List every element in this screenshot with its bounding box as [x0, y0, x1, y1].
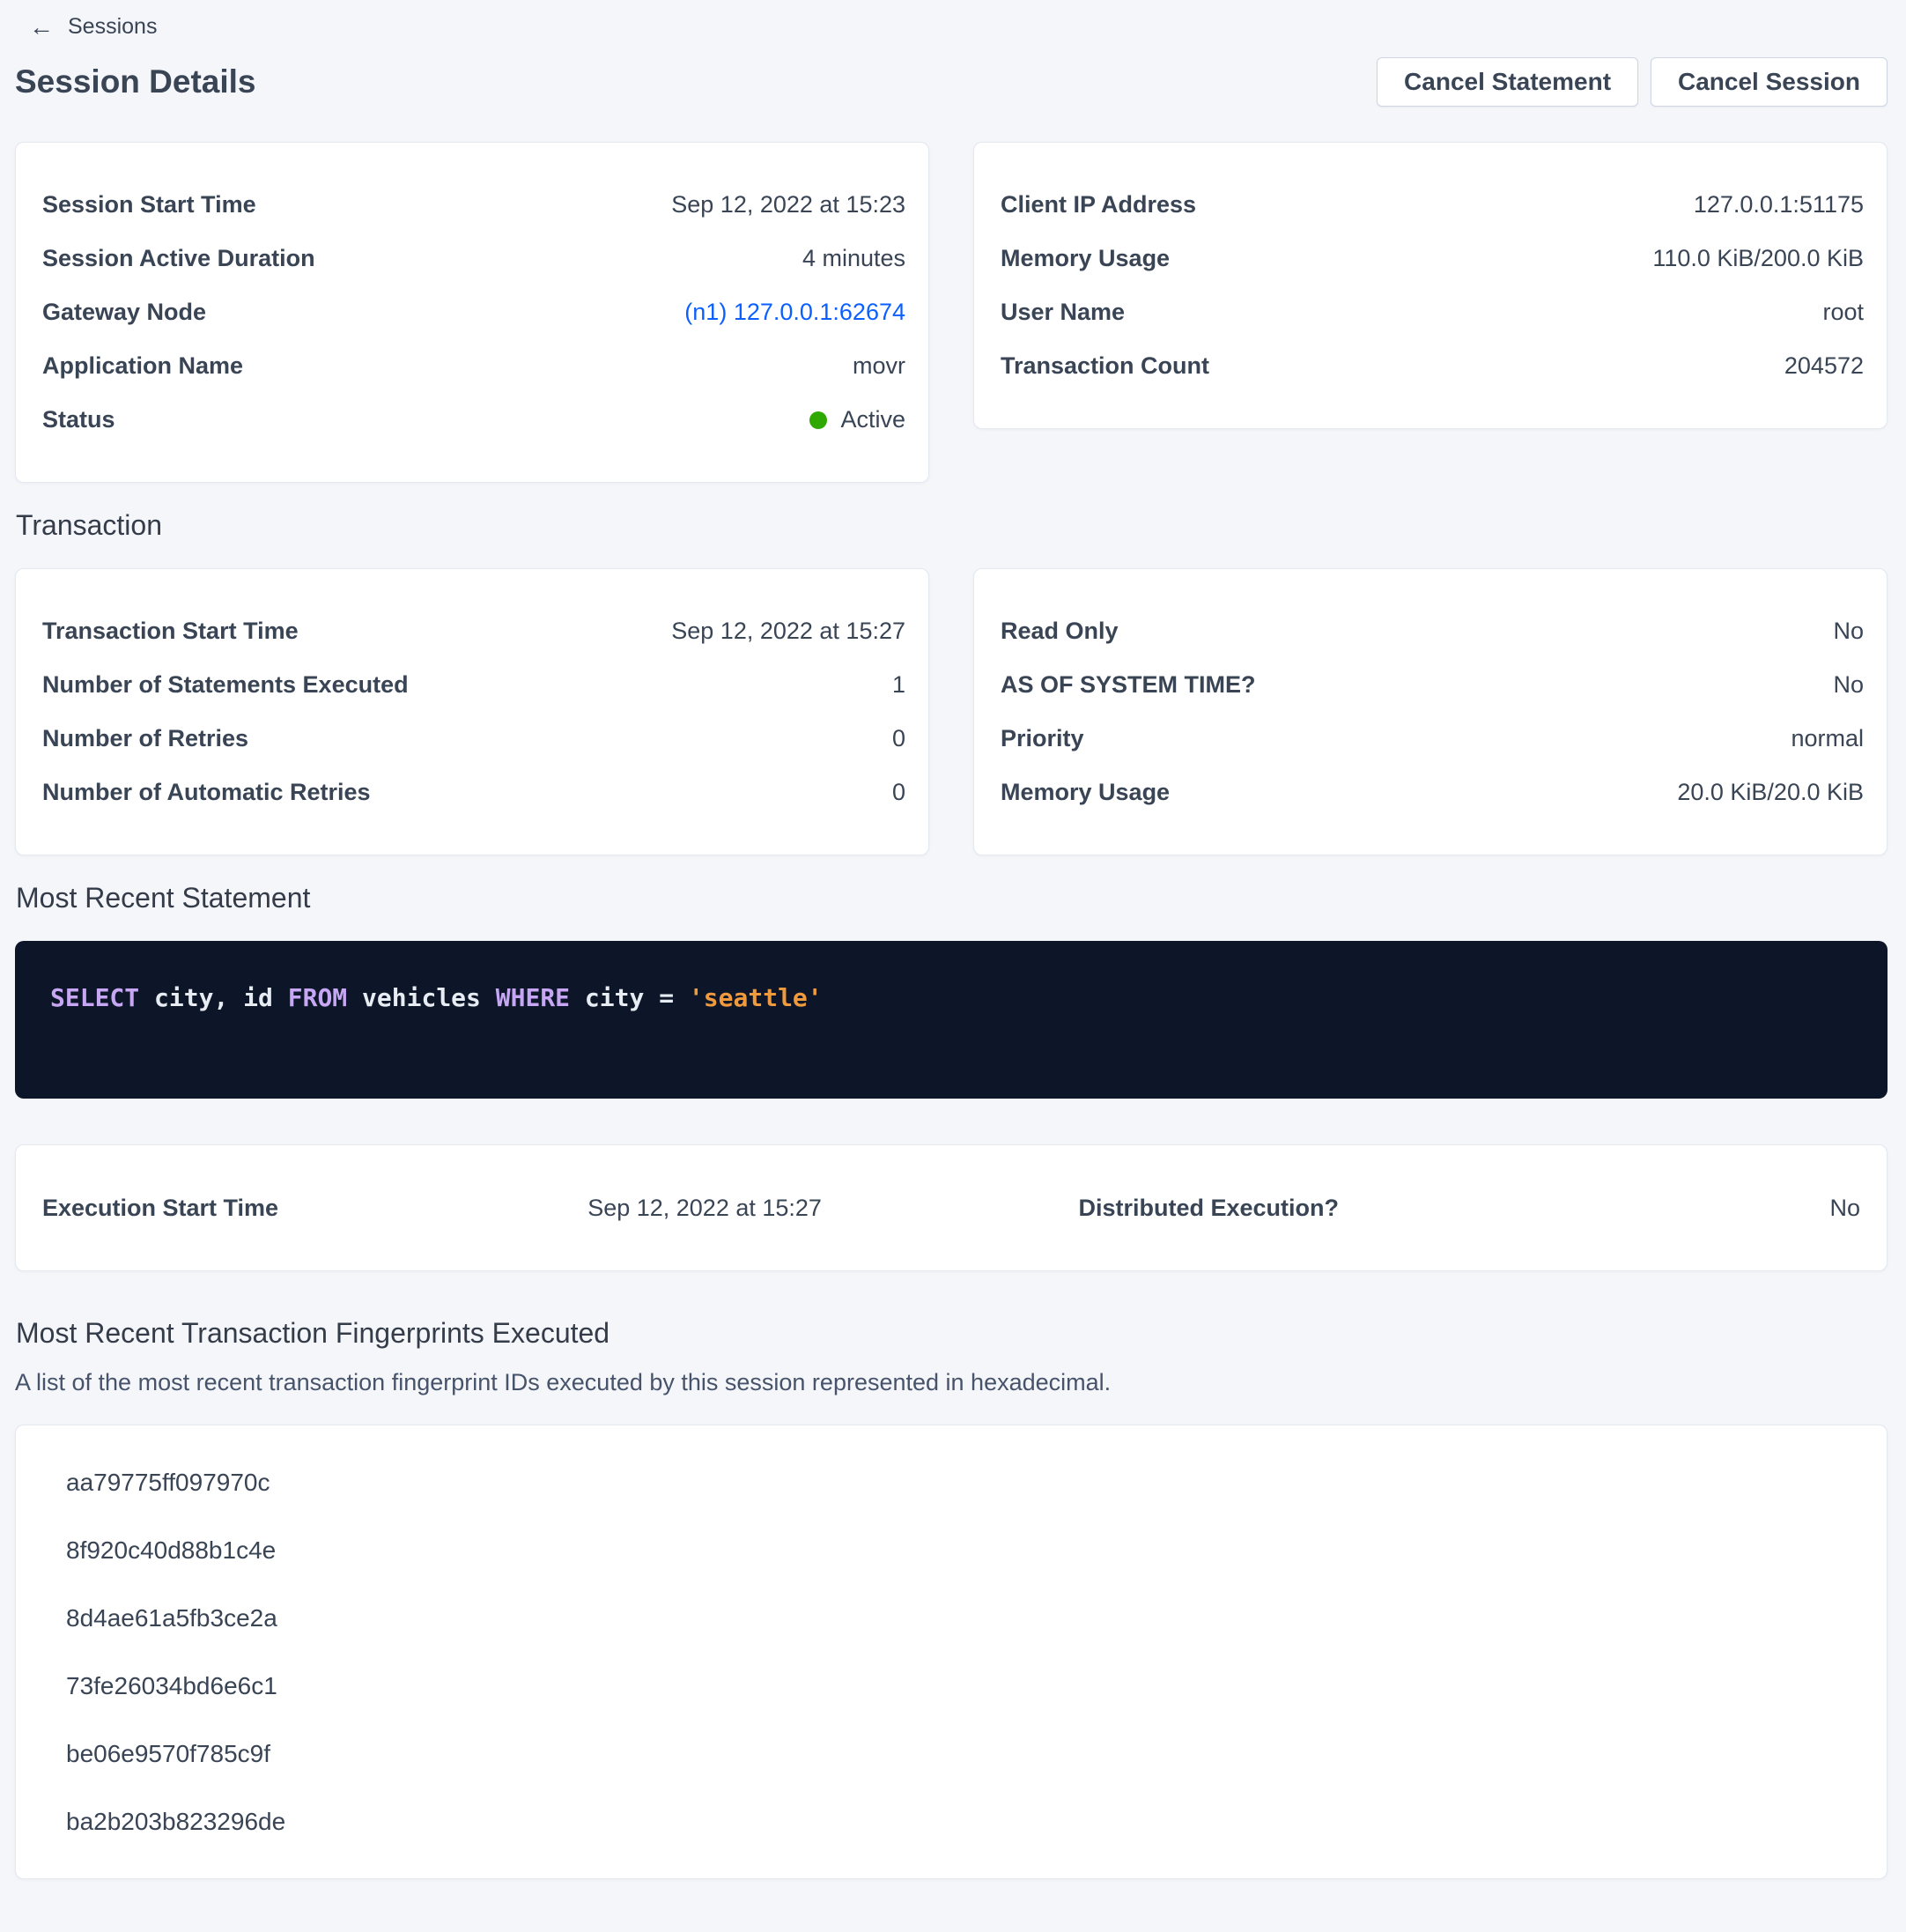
priority-value: normal: [1791, 725, 1864, 752]
table-row: User Name root: [1001, 285, 1864, 339]
row-label: User Name: [1001, 299, 1125, 326]
list-item: 8f920c40d88b1c4e: [66, 1516, 1860, 1584]
memory-usage-value: 110.0 KiB/200.0 KiB: [1652, 245, 1864, 272]
row-label: Status: [42, 406, 115, 433]
page-header: Session Details Cancel Statement Cancel …: [15, 57, 1888, 107]
list-item: aa79775ff097970c: [66, 1448, 1860, 1516]
sql-keyword: WHERE: [496, 983, 570, 1012]
client-ip-value: 127.0.0.1:51175: [1694, 191, 1864, 218]
fingerprints-section-title: Most Recent Transaction Fingerprints Exe…: [16, 1317, 1888, 1350]
row-label: Client IP Address: [1001, 191, 1196, 218]
retries-value: 0: [892, 725, 905, 752]
cancel-session-button[interactable]: Cancel Session: [1651, 57, 1888, 107]
sql-text: city: [570, 983, 659, 1012]
breadcrumb-sessions-link: Sessions: [68, 14, 157, 40]
table-row: Number of Statements Executed 1: [42, 658, 905, 712]
row-label: Application Name: [42, 352, 243, 380]
list-item: 73fe26034bd6e6c1: [66, 1652, 1860, 1720]
transaction-card-right: Read Only No AS OF SYSTEM TIME? No Prior…: [973, 568, 1888, 855]
breadcrumb[interactable]: ← Sessions: [29, 14, 157, 40]
row-label: Number of Automatic Retries: [42, 779, 371, 806]
row-label: Read Only: [1001, 618, 1119, 645]
session-details-page: ← Sessions Session Details Cancel Statem…: [0, 0, 1906, 1932]
statements-executed-value: 1: [892, 671, 905, 699]
sql-statement-box: SELECT city, id FROM vehicles WHERE city…: [15, 941, 1888, 1099]
page-title: Session Details: [15, 63, 256, 100]
txn-memory-usage-value: 20.0 KiB/20.0 KiB: [1677, 779, 1864, 806]
transaction-section-title: Transaction: [16, 509, 1888, 542]
sql-text: city, id: [139, 983, 288, 1012]
table-row: Client IP Address 127.0.0.1:51175: [1001, 178, 1864, 232]
row-label: Number of Statements Executed: [42, 671, 409, 699]
session-summary-card-left: Session Start Time Sep 12, 2022 at 15:23…: [15, 142, 929, 483]
sql-keyword: SELECT: [50, 983, 139, 1012]
fingerprints-description: A list of the most recent transaction fi…: [15, 1369, 1888, 1396]
table-row: Application Name movr: [42, 339, 905, 393]
cancel-statement-button[interactable]: Cancel Statement: [1377, 57, 1638, 107]
fingerprints-card: aa79775ff097970c 8f920c40d88b1c4e 8d4ae6…: [15, 1425, 1888, 1879]
table-row: Number of Retries 0: [42, 712, 905, 766]
gateway-node-link[interactable]: (n1) 127.0.0.1:62674: [684, 299, 905, 326]
user-name-value: root: [1822, 299, 1864, 326]
status-value: Active: [840, 406, 905, 433]
status-active-dot-icon: [809, 411, 827, 429]
automatic-retries-value: 0: [892, 779, 905, 806]
row-label: AS OF SYSTEM TIME?: [1001, 671, 1256, 699]
row-label: Memory Usage: [1001, 245, 1170, 272]
header-actions: Cancel Statement Cancel Session: [1377, 57, 1888, 107]
session-active-duration-value: 4 minutes: [802, 245, 905, 272]
table-row: Read Only No: [1001, 604, 1864, 658]
back-arrow-icon: ←: [29, 15, 54, 40]
row-label: Session Start Time: [42, 191, 256, 218]
statement-section-title: Most Recent Statement: [16, 882, 1888, 914]
table-row: AS OF SYSTEM TIME? No: [1001, 658, 1864, 712]
transaction-start-time-value: Sep 12, 2022 at 15:27: [671, 618, 905, 645]
execution-start-time-value: Sep 12, 2022 at 15:27: [587, 1195, 1078, 1222]
list-item: 8d4ae61a5fb3ce2a: [66, 1584, 1860, 1652]
transaction-grid: Transaction Start Time Sep 12, 2022 at 1…: [15, 568, 1888, 855]
table-row: Status Active: [42, 393, 905, 447]
transaction-count-value: 204572: [1784, 352, 1864, 380]
list-item: ba2b203b823296de: [66, 1788, 1860, 1855]
table-row: Memory Usage 110.0 KiB/200.0 KiB: [1001, 232, 1864, 285]
session-summary-grid: Session Start Time Sep 12, 2022 at 15:23…: [15, 142, 1888, 483]
transaction-card-left: Transaction Start Time Sep 12, 2022 at 1…: [15, 568, 929, 855]
application-name-value: movr: [853, 352, 905, 380]
row-label: Transaction Count: [1001, 352, 1209, 380]
sql-string-literal: 'seattle': [689, 983, 823, 1012]
list-item: be06e9570f785c9f: [66, 1720, 1860, 1788]
sql-operator: =: [659, 983, 689, 1012]
table-row: Transaction Start Time Sep 12, 2022 at 1…: [42, 604, 905, 658]
table-row: Session Active Duration 4 minutes: [42, 232, 905, 285]
session-summary-card-right: Client IP Address 127.0.0.1:51175 Memory…: [973, 142, 1888, 429]
distributed-execution-value: No: [1496, 1195, 1860, 1222]
sql-statement: SELECT city, id FROM vehicles WHERE city…: [50, 983, 823, 1012]
row-label: Transaction Start Time: [42, 618, 299, 645]
row-label: Priority: [1001, 725, 1084, 752]
execution-start-time-label: Execution Start Time: [42, 1195, 587, 1222]
row-label: Session Active Duration: [42, 245, 315, 272]
table-row: Priority normal: [1001, 712, 1864, 766]
as-of-system-time-value: No: [1833, 671, 1864, 699]
row-label: Gateway Node: [42, 299, 206, 326]
distributed-execution-label: Distributed Execution?: [1078, 1195, 1496, 1222]
execution-card: Execution Start Time Sep 12, 2022 at 15:…: [15, 1144, 1888, 1271]
table-row: Memory Usage 20.0 KiB/20.0 KiB: [1001, 766, 1864, 819]
read-only-value: No: [1833, 618, 1864, 645]
table-row: Session Start Time Sep 12, 2022 at 15:23: [42, 178, 905, 232]
status-badge: Active: [809, 406, 905, 433]
row-label: Memory Usage: [1001, 779, 1170, 806]
table-row: Gateway Node (n1) 127.0.0.1:62674: [42, 285, 905, 339]
sql-keyword: FROM: [288, 983, 347, 1012]
sql-text: vehicles: [347, 983, 496, 1012]
table-row: Number of Automatic Retries 0: [42, 766, 905, 819]
table-row: Transaction Count 204572: [1001, 339, 1864, 393]
session-start-time-value: Sep 12, 2022 at 15:23: [671, 191, 905, 218]
row-label: Number of Retries: [42, 725, 248, 752]
